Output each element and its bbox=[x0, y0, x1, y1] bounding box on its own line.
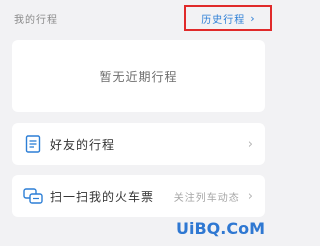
watermark: UiBQ.CoM bbox=[176, 219, 266, 238]
chevron-right-icon: › bbox=[247, 136, 253, 152]
friends-trips-row[interactable]: 好友的行程 › bbox=[12, 123, 265, 165]
history-trips-link[interactable]: 历史行程 › bbox=[184, 5, 272, 31]
header: 我的行程 历史行程 › bbox=[0, 0, 277, 36]
document-icon bbox=[22, 133, 44, 155]
page-title: 我的行程 bbox=[14, 15, 58, 26]
empty-trips-card: 暂无近期行程 bbox=[12, 40, 265, 112]
follow-train-status-text: 关注列车动态 bbox=[173, 192, 240, 204]
scan-ticket-label: 扫一扫我的火车票 bbox=[50, 189, 155, 204]
ticket-scan-icon bbox=[22, 185, 44, 207]
chevron-right-icon: › bbox=[247, 188, 253, 204]
chevron-right-icon: › bbox=[250, 11, 255, 25]
history-trips-label[interactable]: 历史行程 bbox=[201, 11, 245, 26]
scan-ticket-row[interactable]: 扫一扫我的火车票 关注列车动态 › bbox=[12, 175, 265, 217]
empty-state-text: 暂无近期行程 bbox=[99, 69, 178, 84]
friends-trips-label: 好友的行程 bbox=[50, 137, 116, 152]
